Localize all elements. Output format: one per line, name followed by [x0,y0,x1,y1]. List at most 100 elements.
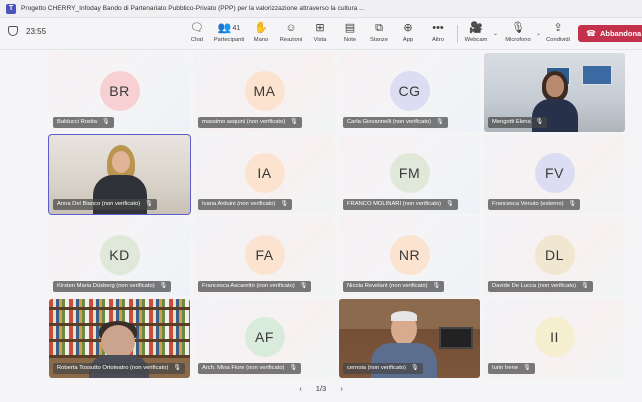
participants-button[interactable]: 👥 41 Partecipanti [210,21,248,48]
participant-name-label: Anna Del Bianco (non verificato) 🎙 [53,199,157,210]
participant-tile[interactable]: FV Francesca Venuto (esterno) 🎙 [484,135,625,214]
title-bar: T Progetto CHERRY_Infoday Bando di Parte… [0,0,642,18]
participant-tile[interactable]: NR Nicola Revelant (non verificato) 🎙 [339,217,480,296]
participant-name-label: Carla Giovannelli (non verificato) 🎙 [343,117,448,128]
share-button[interactable]: ⇪ Condividi [541,21,575,48]
meeting-toolbar: 23:55 🗨 Chat 👥 41 Partecipanti ✋ Mano ☺ R… [0,18,642,50]
camera-button[interactable]: 🎥 Webcam [459,21,493,48]
person-silhouette [101,325,135,359]
participant-name-label: Francesca Venuto (esterno) 🎙 [488,199,581,210]
participant-name: Ivana Arduini (non verificato) [202,201,276,207]
participant-name: Balducci Rosita [57,119,97,125]
participant-tile[interactable]: BR Balducci Rosita 🎙 [49,53,190,132]
participant-tile[interactable]: AF Arch. Mina Fiore (non verificato) 🎙 [194,299,335,378]
smiley-icon: ☺ [285,22,297,34]
participants-count: 41 [232,25,241,32]
more-button[interactable]: ••• Altro [421,21,455,48]
participant-tile[interactable]: cernoia (non verificato) 🎙 [339,299,480,378]
mic-muted-icon: 🎙 [581,283,589,289]
mic-muted-icon: 🎙 [299,283,308,289]
mic-muted-icon: 🎙 [173,365,181,371]
avatar: MA [244,71,285,111]
video-scene-shape [439,327,473,349]
mic-muted-icon: 🎙 [446,201,454,207]
avatar: KD [99,235,140,275]
video-scene-shape [112,151,130,173]
participant-tile[interactable]: Mengotti Elena 🎙 [484,53,625,132]
avatar: DL [534,235,575,275]
camera-off-icon: 🎥 [469,22,483,34]
participant-tile[interactable]: CG Carla Giovannelli (non verificato) 🎙 [339,53,480,132]
teams-logo-icon: T [6,3,16,14]
avatar: CG [389,71,430,111]
grid-icon: ⊞ [315,22,325,34]
participant-name: Anna Del Bianco (non verificato) [57,201,141,207]
leave-button[interactable]: ☎ Abbandona [578,25,642,42]
participant-tile[interactable]: Anna Del Bianco (non verificato) 🎙 [48,134,191,215]
participant-tile[interactable]: DL Davide De Lucca (non verificato) 🎙 [484,217,625,296]
mic-muted-icon: 🎙 [290,119,298,125]
people-icon: 👥 41 [217,22,241,34]
participant-tile[interactable]: II Iurin Irene 🎙 [484,299,625,378]
avatar: NR [389,235,430,275]
video-scene-shape [546,75,564,97]
page-indicator: 1/3 [315,384,327,393]
mic-muted-icon: 🎙 [280,201,289,207]
toolbar-divider [457,25,458,43]
bookshelf-row [49,299,190,307]
participant-name-label: Nicola Revelant (non verificato) 🎙 [343,281,445,292]
timer-text: 23:55 [26,26,47,36]
participant-name: FRANCO MOLINARI (non verificato) [347,201,442,207]
participant-name-label: Mengotti Elena 🎙 [488,117,548,128]
mic-muted-icon: 🎙 [159,283,168,289]
hand-icon: ✋ [254,22,268,34]
participant-name-label: Balducci Rosita 🎙 [53,117,114,128]
camera-options-chevron-icon[interactable]: ⌄ [493,30,498,37]
phone-hangup-icon: ☎ [586,29,596,38]
mic-muted-icon: 🎙 [101,119,110,125]
avatar: AF [244,317,285,357]
mic-muted-icon: 🎙 [410,365,419,371]
mic-muted-icon: 🎙 [535,119,544,125]
mic-muted-icon: 🎙 [568,201,577,207]
add-app-icon: ⊕ [403,22,413,34]
avatar: IA [244,153,285,193]
microphone-button[interactable]: 🎙 Microfono [501,21,535,48]
participant-name-label: Roberta Tossutto Ortoteatro (non verific… [53,363,185,374]
participant-tile[interactable]: Roberta Tossutto Ortoteatro (non verific… [49,299,190,378]
chat-icon: 🗨 [190,22,204,34]
avatar: BR [99,71,140,111]
participant-name-label: Iurin Irene 🎙 [488,363,535,374]
participant-name-label: Ivana Arduini (non verificato) 🎙 [198,199,293,210]
grid-pager: ‹ 1/3 › [0,384,642,393]
raise-hand-button[interactable]: ✋ Mano [244,21,278,48]
participant-name-label: massimo asquini (non verificato) 🎙 [198,117,302,128]
mic-muted-icon: 🎙 [523,365,531,371]
apps-button[interactable]: ⊕ App [391,21,425,48]
avatar: FM [389,153,430,193]
previous-page-icon[interactable]: ‹ [299,384,302,393]
teams-meeting-window: T Progetto CHERRY_Infoday Bando di Parte… [0,0,642,402]
rooms-icon: ⧉ [375,22,383,34]
participant-name-label: Francesca Ascaretto (non verificato) 🎙 [198,281,312,292]
participant-name: Carla Giovannelli (non verificato) [347,119,432,125]
shield-icon [8,26,18,36]
avatar: II [534,317,575,357]
participant-tile[interactable]: MA massimo asquini (non verificato) 🎙 [194,53,335,132]
avatar: FV [534,153,575,193]
participant-name: Nicola Revelant (non verificato) [347,283,428,289]
participant-name: Francesca Venuto (esterno) [492,201,564,207]
video-scene-shape [582,65,612,85]
view-button[interactable]: ⊞ Vista [303,21,337,48]
participant-name: massimo asquini (non verificato) [202,119,286,125]
participant-tile[interactable]: FA Francesca Ascaretto (non verificato) 🎙 [194,217,335,296]
video-scene-shape [391,311,417,321]
window-title: Progetto CHERRY_Infoday Bando di Partena… [21,5,365,12]
next-page-icon[interactable]: › [340,384,343,393]
participant-name: Davide De Lucca (non verificato) [492,283,577,289]
participant-name: Roberta Tossutto Ortoteatro (non verific… [57,365,169,371]
participant-tile[interactable]: FM FRANCO MOLINARI (non verificato) 🎙 [339,135,480,214]
chat-button[interactable]: 🗨 Chat [180,21,214,48]
participant-tile[interactable]: KD Kirsten Maria Düsberg (non verificato)… [49,217,190,296]
participant-tile[interactable]: IA Ivana Arduini (non verificato) 🎙 [194,135,335,214]
